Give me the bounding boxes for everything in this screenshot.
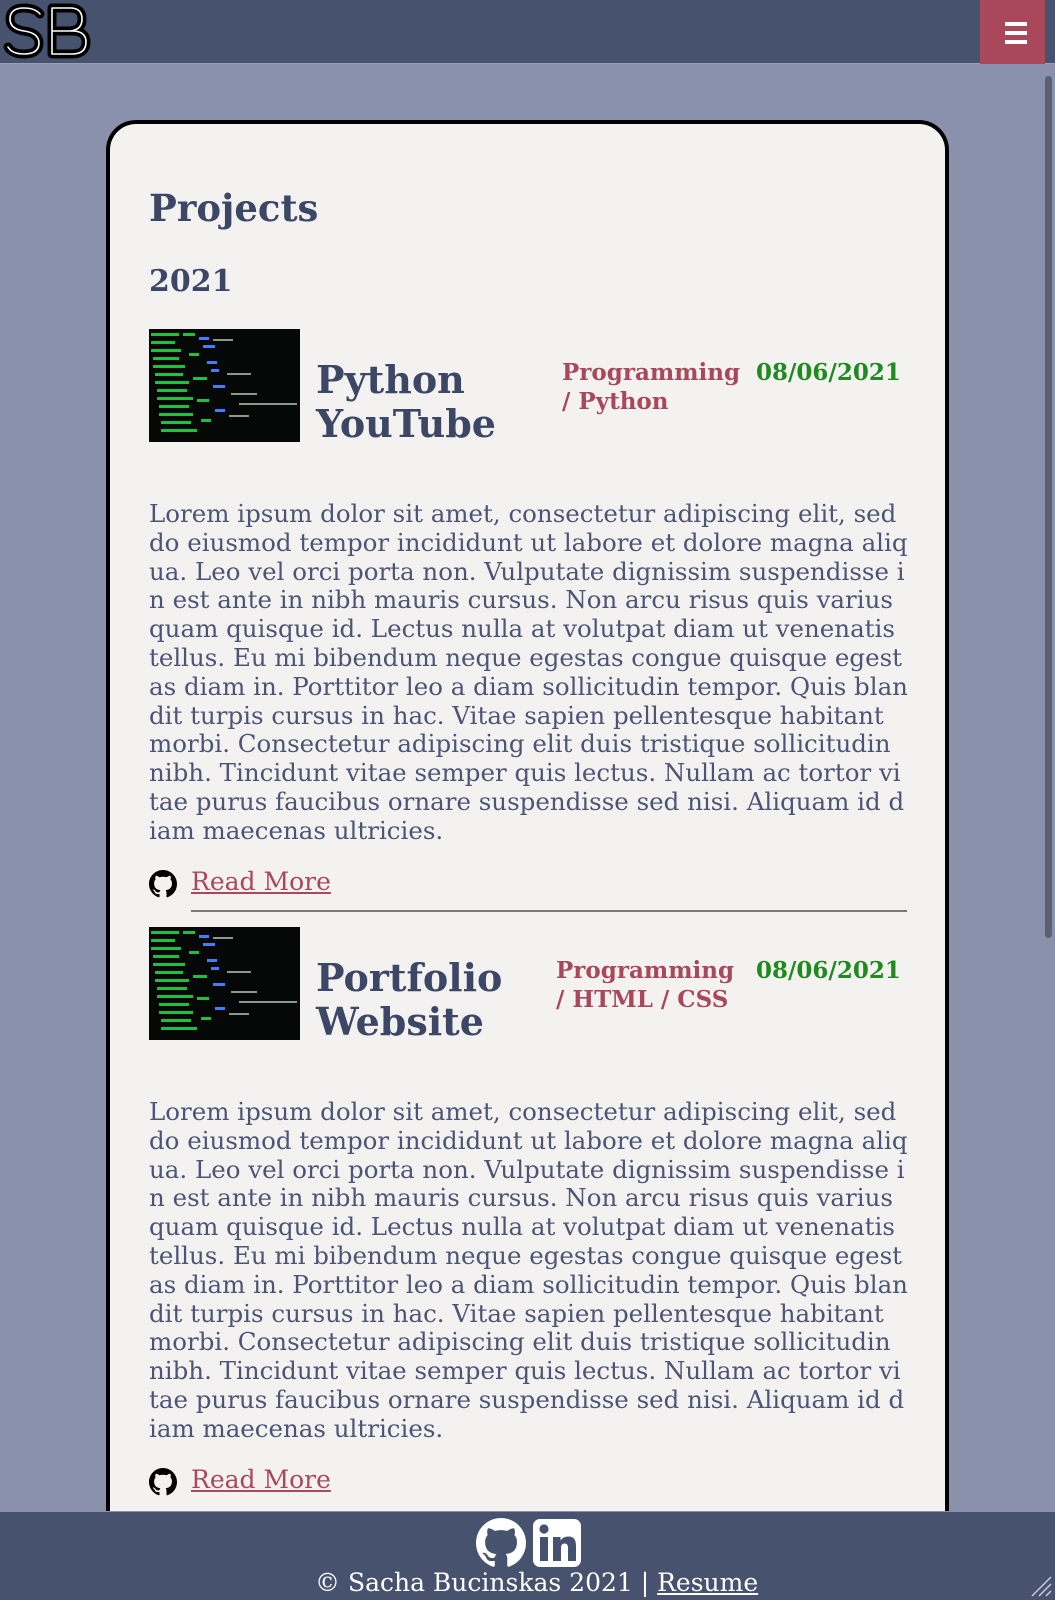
project-divider: [191, 910, 907, 912]
read-more-link[interactable]: Read More: [191, 1465, 331, 1494]
logo[interactable]: [2, 2, 92, 60]
scrollbar[interactable]: [1041, 64, 1055, 1511]
resize-grip-icon[interactable]: [1030, 1575, 1052, 1597]
project-category: Programming / Python: [562, 359, 741, 415]
year-heading: 2021: [149, 264, 233, 299]
hamburger-menu-icon: [1005, 22, 1027, 26]
github-icon[interactable]: [149, 1468, 177, 1496]
top-navigation-bar: [0, 0, 1055, 64]
github-icon[interactable]: [476, 1518, 526, 1568]
project-thumbnail: [149, 927, 300, 1040]
resume-link[interactable]: Resume: [657, 1568, 758, 1597]
project-description: Lorem ipsum dolor sit amet, consectetur …: [149, 499, 908, 845]
project-thumbnail: [149, 329, 300, 442]
github-icon[interactable]: [149, 870, 177, 898]
page-title: Projects: [149, 186, 319, 230]
hamburger-menu-button[interactable]: [980, 0, 1045, 64]
read-more-link[interactable]: Read More: [191, 867, 331, 896]
linkedin-icon[interactable]: [532, 1518, 582, 1568]
footer: © Sacha Bucinskas 2021 | Resume: [0, 1511, 1055, 1600]
project-title: Python YouTube: [316, 357, 496, 446]
project-date: 08/06/2021: [756, 359, 901, 386]
project-title: Portfolio Website: [316, 955, 503, 1044]
scrollbar-thumb[interactable]: [1045, 76, 1052, 938]
project-description: Lorem ipsum dolor sit amet, consectetur …: [149, 1097, 908, 1443]
project-category: Programming / HTML / CSS: [556, 957, 735, 1013]
project-date: 08/06/2021: [756, 957, 901, 984]
copyright-text: © Sacha Bucinskas 2021 | Resume: [315, 1568, 759, 1597]
